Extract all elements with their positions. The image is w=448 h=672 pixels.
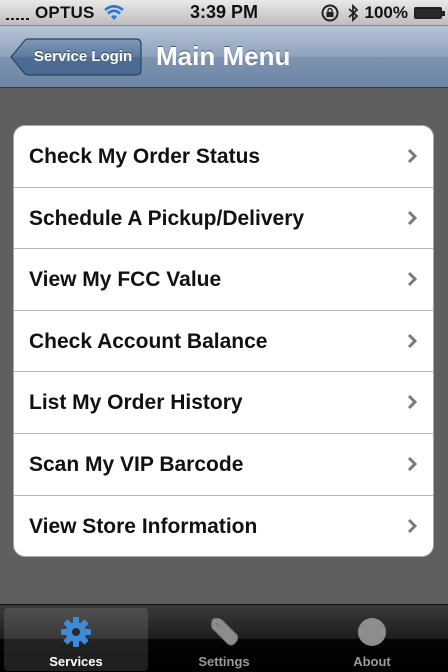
rotation-lock-icon — [321, 4, 339, 22]
chevron-right-icon — [407, 210, 417, 225]
menu-item-label: Scan My VIP Barcode — [29, 452, 244, 476]
menu-item-label: Schedule A Pickup/Delivery — [29, 206, 305, 230]
tab-label: Services — [49, 654, 103, 669]
main-menu-list: Check My Order Status Schedule A Pickup/… — [13, 125, 434, 557]
circle-icon — [358, 618, 386, 646]
chevron-right-icon — [407, 333, 417, 348]
tab-label: Settings — [198, 654, 250, 669]
status-right: 100% — [319, 2, 445, 24]
menu-item-scan-vip-barcode[interactable]: Scan My VIP Barcode — [14, 434, 433, 496]
menu-item-label: List My Order History — [29, 391, 243, 415]
page-title: Main Menu — [156, 41, 291, 71]
tab-about[interactable]: About — [300, 608, 444, 671]
gear-icon — [61, 617, 91, 647]
wrench-icon — [210, 617, 239, 646]
back-button[interactable]: Service Login — [10, 38, 142, 76]
navigation-bar: Service Login Main Menu — [0, 26, 448, 88]
chevron-right-icon — [407, 148, 417, 164]
back-button-label: Service Login — [33, 48, 133, 65]
chevron-right-icon — [407, 272, 417, 287]
tab-label: About — [353, 654, 391, 669]
menu-item-view-fcc-value[interactable]: View My FCC Value — [14, 249, 433, 311]
menu-item-label: View My FCC Value — [29, 268, 222, 292]
tab-bar: Services Settings About — [0, 604, 448, 672]
menu-item-label: View Store Information — [29, 514, 258, 538]
chevron-right-icon — [407, 518, 417, 533]
menu-item-list-order-history[interactable]: List My Order History — [14, 372, 433, 434]
tab-services[interactable]: Services — [4, 608, 148, 671]
menu-item-view-store-information[interactable]: View Store Information — [14, 496, 433, 556]
battery-icon — [414, 7, 445, 19]
menu-item-schedule-pickup[interactable]: Schedule A Pickup/Delivery — [14, 188, 433, 250]
menu-item-label: Check My Order Status — [29, 145, 261, 168]
menu-item-check-order-status[interactable]: Check My Order Status — [14, 126, 433, 188]
bluetooth-icon — [347, 4, 358, 22]
status-bar: OPTUS 3:39 PM 100% — [0, 0, 448, 26]
chevron-right-icon — [407, 456, 417, 472]
menu-item-check-account-balance[interactable]: Check Account Balance — [14, 311, 433, 373]
battery-percentage: 100% — [364, 3, 408, 22]
chevron-right-icon — [407, 395, 417, 410]
tab-settings[interactable]: Settings — [152, 608, 296, 671]
menu-item-label: Check Account Balance — [29, 329, 268, 353]
